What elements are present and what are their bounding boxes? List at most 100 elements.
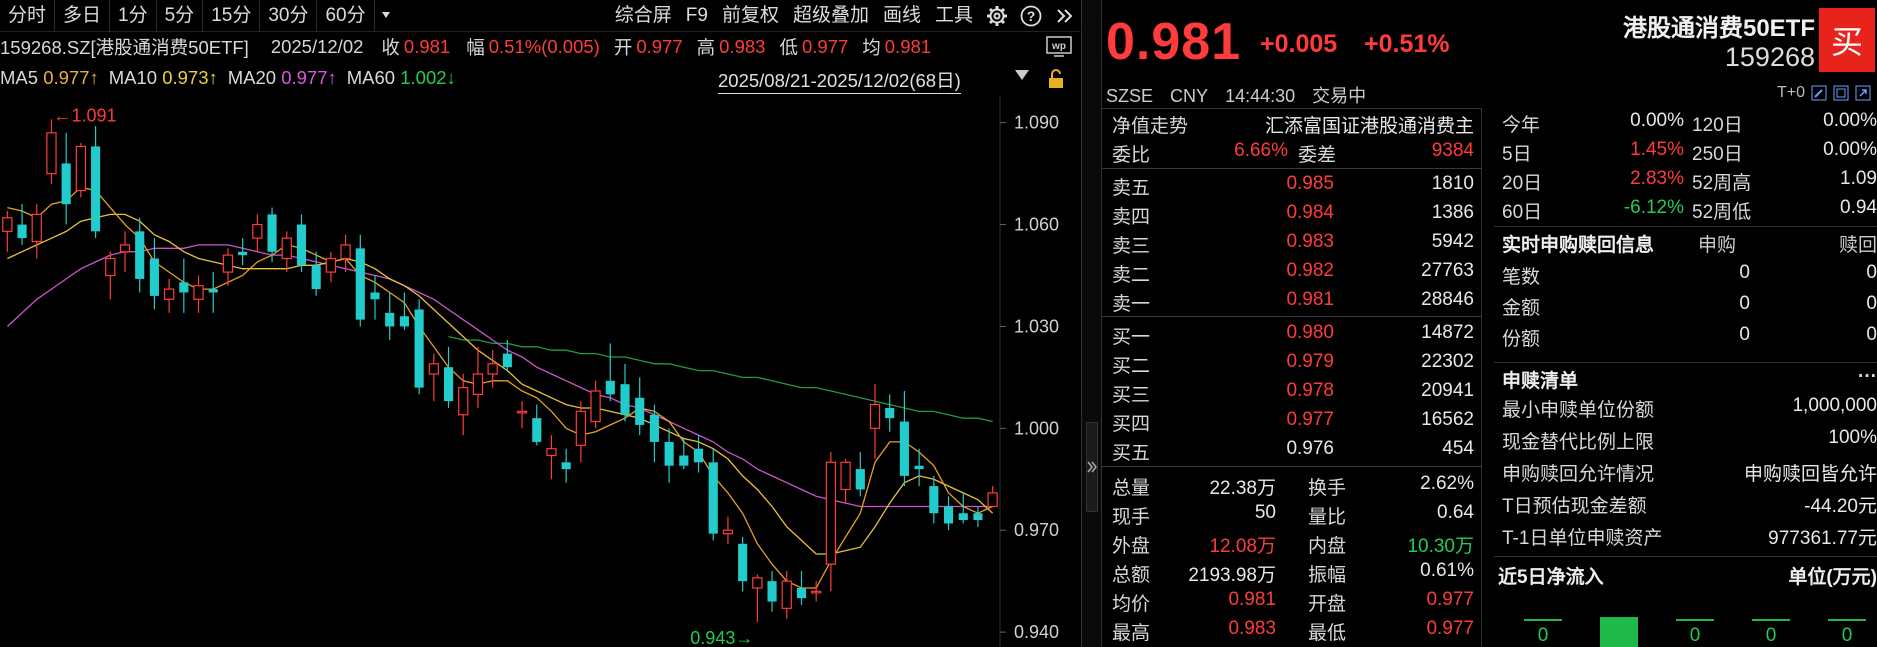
nav-trend-link[interactable]: 净值走势 [1112,111,1188,138]
ask-volume: 27763 [1421,260,1474,281]
redeem-label: 笔数 [1502,267,1541,288]
bid-price: 0.980 [1286,322,1334,343]
help-button[interactable]: ? [1014,0,1048,32]
collapse-panel-button[interactable] [1086,422,1098,512]
range-dropdown-button[interactable] [1014,68,1030,85]
ask-row[interactable]: 卖二 0.982 27763 [1102,260,1482,289]
draw-line-button[interactable]: 画线 [876,0,928,32]
inflow-day: 0 [1732,596,1792,647]
tab-multiday[interactable]: 多日 [55,0,111,32]
candle [414,299,424,395]
ask-row[interactable]: 卖一 0.981 28846 [1102,289,1482,318]
candle-body [825,461,837,565]
price-change-pct: +0.51% [1364,30,1450,58]
ask-row[interactable]: 卖四 0.984 1386 [1102,202,1482,231]
period-more-dropdown[interactable] [375,9,397,23]
date-range-selector[interactable]: 2025/08/21-2025/12/02(68日) [718,67,961,94]
perf-value: 1.45% [1630,139,1684,160]
buy-button[interactable]: 买 [1819,8,1875,72]
inflow-day [1580,596,1640,647]
composite-screen-button[interactable]: 综合屏 [608,0,679,32]
fund-code: 159268 [1724,42,1815,72]
candle-body [105,257,116,277]
stats-row: 均价 0.981 开盘 0.977 [1102,589,1482,618]
bid-volume: 22302 [1421,351,1474,372]
bid-row[interactable]: 买四 0.977 16562 [1102,409,1482,438]
ask-row[interactable]: 卖三 0.983 5942 [1102,231,1482,260]
wp-icon: wp [1046,36,1072,57]
bid-row[interactable]: 买二 0.979 22302 [1102,351,1482,380]
candle-body [973,513,983,521]
t0-indicator: T+0 [1777,84,1871,102]
f9-button[interactable]: F9 [679,0,715,32]
y-tick-label: 0.970 [1014,520,1059,540]
candle [738,537,748,592]
double-chevron-right-icon [1057,8,1073,23]
ask-volume: 1810 [1431,173,1474,194]
inflow-day: 0 [1504,596,1564,647]
market-meta: SZSE CNY 14:44:30 交易中 [1106,82,1378,108]
candle [252,214,263,252]
candle-body [869,403,881,429]
tab-60min[interactable]: 60分 [317,0,375,32]
help-icon: ? [1020,5,1042,26]
quote-time: 14:44:30 [1225,86,1296,106]
candle-body [267,214,277,252]
ask-volume: 5942 [1431,231,1474,252]
bid-price: 0.979 [1286,351,1334,372]
candle-body [546,448,557,457]
candle [193,275,204,313]
candle-body [281,237,292,260]
y-tick-label: 1.090 [1014,113,1059,133]
lock-button[interactable] [1046,68,1066,95]
high-value: 0.983 [719,36,766,57]
forward-adjust-button[interactable]: 前复权 [715,0,786,32]
tools-button[interactable]: 工具 [928,0,980,32]
weibi-value: 6.66% [1234,140,1288,161]
stat-label: 外盘 [1112,536,1151,557]
expand-button[interactable] [1048,0,1082,32]
tab-30min[interactable]: 30分 [260,0,318,32]
bid-row[interactable]: 买三 0.978 20941 [1102,380,1482,409]
kline-chart-pane: 分时 多日 1分 5分 15分 30分 60分 综合屏 F9 前复权 超级叠加 … [0,0,1082,647]
candle-body [208,289,218,293]
tab-intraday[interactable]: 分时 [0,0,56,32]
ask-price: 0.983 [1286,231,1334,252]
stat-label: 内盘 [1308,536,1347,557]
wp-toggle-button[interactable]: wp [1046,36,1074,63]
bid-row[interactable]: 买一 0.980 14872 [1102,322,1482,351]
ma60-line [448,335,993,423]
tab-5min[interactable]: 5分 [157,0,204,32]
candle [590,380,601,429]
super-overlay-button[interactable]: 超级叠加 [786,0,876,32]
ask-row[interactable]: 卖五 0.985 1810 [1102,173,1482,202]
exchange: SZSE [1106,86,1154,106]
candle [443,346,454,408]
stat-label: 最低 [1308,623,1347,644]
triangle-down-icon [1015,70,1029,80]
perf-label: 120日 [1692,115,1743,136]
ask-volume: 1386 [1431,202,1474,223]
net-inflow-unit: 单位(万元) [1788,567,1877,588]
candle [340,234,351,273]
list-more-button[interactable]: ··· [1858,366,1877,388]
bid-row[interactable]: 买五 0.976 454 [1102,438,1482,467]
window-icon[interactable] [1833,85,1849,101]
candlestick-chart[interactable]: 1.090 1.060 1.030 1.000 0.970 0.940 ←1.091 0.9… [0,96,1082,647]
candle [885,394,895,432]
tab-15min[interactable]: 15分 [203,0,261,32]
inflow-day: 0 [1656,596,1716,647]
tab-1min[interactable]: 1分 [110,0,157,32]
candle-body [767,581,777,602]
candle-body [605,380,615,395]
amp-value: 0.51%(0.005) [488,36,600,57]
edit-icon[interactable] [1811,85,1827,101]
list-label: T-1日单位申赎资产 [1502,528,1663,549]
candle-body [193,285,204,300]
popout-icon[interactable] [1855,85,1871,101]
candle-body [781,580,792,609]
perf-value: 0.94 [1840,197,1877,218]
candle [811,581,822,602]
nav-row[interactable]: 净值走势 汇添富国证港股通消费主 [1102,111,1482,140]
settings-button[interactable] [980,0,1014,32]
